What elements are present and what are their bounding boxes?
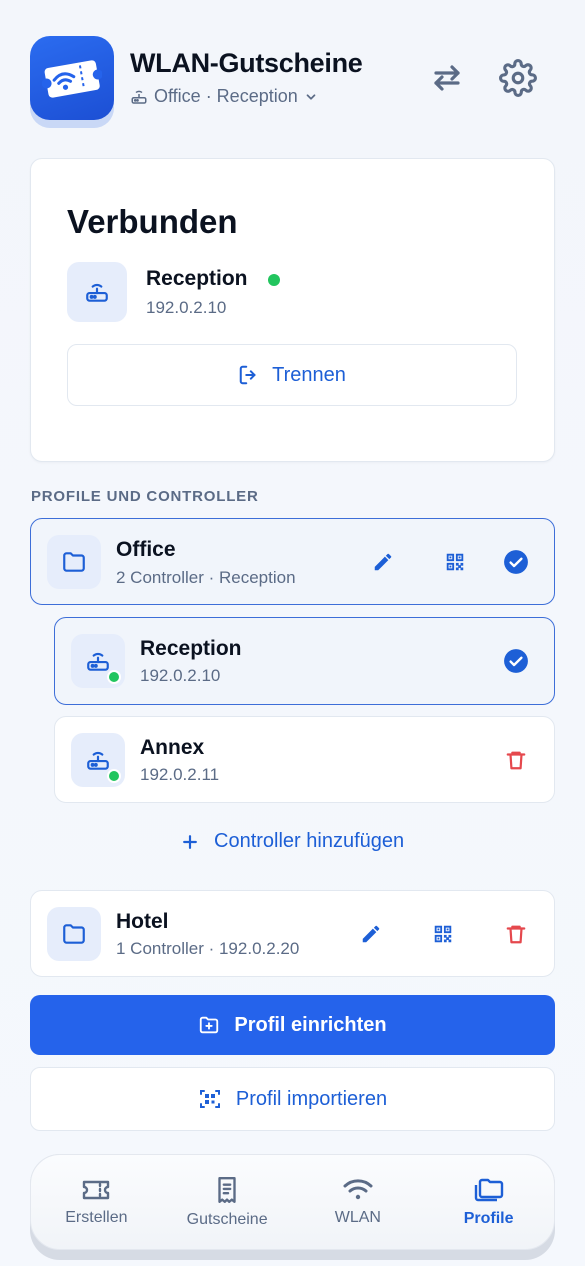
trash-icon [506,751,526,770]
active-profile-selector[interactable]: Office · Reception [130,86,318,107]
profile-detail: 2 Controller · Reception [116,568,296,587]
receipt-icon [218,1177,236,1203]
tab-label: WLAN [334,1209,381,1226]
controller-name: Annex [140,736,205,759]
disconnect-button[interactable]: Trennen [67,344,517,406]
tab-label: Gutscheine [186,1211,268,1228]
swap-arrows-icon [434,65,460,91]
trash-icon [506,925,526,944]
plus-icon [183,834,197,849]
folder-icon [63,924,85,944]
controller-card-reception[interactable]: Reception 192.0.2.10 [54,617,555,705]
import-profile-label: Profil importieren [235,1087,388,1110]
online-status-dot [268,274,280,286]
profile-name: Hotel [116,910,169,933]
add-controller-button[interactable]: Controller hinzufügen [180,830,404,853]
tab-bar: Erstellen Gutscheine WLAN Profile [30,1154,555,1260]
chevron-down-icon [306,93,316,100]
folder-plus-icon [200,1016,219,1034]
check-circle-icon [504,550,528,574]
section-label: PROFILE UND CONTROLLER [31,488,259,505]
check-circle-icon [504,649,528,673]
wifi-ticket-icon [42,60,102,98]
router-icon [87,652,109,671]
controller-ip: 192.0.2.11 [140,765,220,784]
active-controller-check [501,646,531,676]
setup-profile-button[interactable]: Profil einrichten [30,995,555,1055]
app-title: WLAN-Gutscheine [130,48,363,78]
connected-controller-name: Reception [146,267,248,290]
router-icon [86,283,108,302]
tab-profile[interactable]: Profile [423,1155,554,1249]
profile-detail: 1 Controller · 192.0.2.20 [116,939,300,958]
folders-icon [474,1178,503,1202]
online-status-dot [107,670,121,684]
settings-button[interactable] [498,58,538,98]
router-icon [87,751,109,770]
tab-gutscheine[interactable]: Gutscheine [162,1155,293,1249]
import-profile-button[interactable]: Profil importieren [30,1067,555,1131]
qr-scan-icon [199,1090,220,1108]
profile-tile [47,535,101,589]
logout-icon [239,365,256,385]
disconnect-label: Trennen [272,363,346,386]
profile-card-hotel[interactable]: Hotel 1 Controller · 192.0.2.20 [30,890,555,977]
ticket-icon [83,1180,110,1200]
delete-profile-button[interactable] [501,919,531,949]
tab-wlan[interactable]: WLAN [293,1155,424,1249]
switch-button[interactable] [427,58,467,98]
router-icon [131,90,147,104]
edit-profile-button[interactable] [356,919,386,949]
controller-name: Reception [140,637,242,660]
profile-name: Office [116,538,176,561]
pencil-icon [362,925,380,943]
connection-status-title: Verbunden [67,203,238,240]
tab-label: Profile [463,1210,514,1227]
tab-label: Erstellen [65,1209,128,1226]
folder-icon [63,552,85,572]
gear-icon [499,59,537,97]
qr-code-button[interactable] [440,547,470,577]
qr-code-icon [446,553,464,571]
connection-card: Verbunden Reception 192.0.2.10 Trennen [30,158,555,462]
profile-card-office[interactable]: Office 2 Controller · Reception [30,518,555,605]
qr-code-icon [434,925,452,943]
add-controller-label: Controller hinzufügen [214,830,405,852]
tab-erstellen[interactable]: Erstellen [31,1155,162,1249]
active-profile-label: Office · Reception [154,86,298,106]
profile-tile [47,907,101,961]
connected-controller-ip: 192.0.2.10 [146,298,227,317]
app-logo [30,36,114,128]
controller-ip: 192.0.2.10 [140,666,221,685]
edit-profile-button[interactable] [368,547,398,577]
pencil-icon [374,553,392,571]
controller-tile [67,262,127,322]
qr-code-button[interactable] [428,919,458,949]
wifi-icon [343,1179,373,1200]
active-profile-check [501,547,531,577]
online-status-dot [107,769,121,783]
controller-card-annex[interactable]: Annex 192.0.2.11 [54,716,555,803]
delete-controller-button[interactable] [501,745,531,775]
app-header: WLAN-Gutscheine Office · Reception [30,36,555,128]
setup-profile-label: Profil einrichten [234,1013,387,1036]
